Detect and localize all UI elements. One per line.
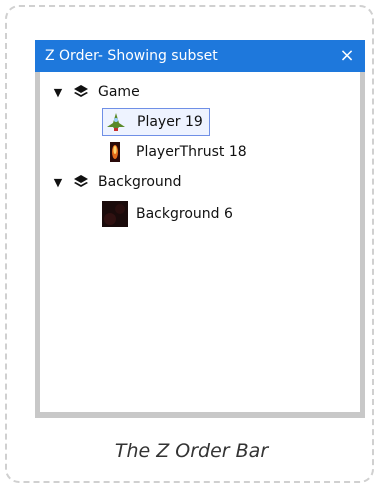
panel-titlebar[interactable]: Z Order- Showing subset × <box>35 40 365 72</box>
layer-label: Background <box>98 174 182 190</box>
expand-triangle-icon[interactable]: ▼ <box>50 86 66 99</box>
layers-icon <box>72 83 90 101</box>
tree-object-background[interactable]: Background 6 <box>102 200 233 228</box>
object-label: Player 19 <box>137 114 203 130</box>
figure-caption: The Z Order Bar <box>114 440 269 462</box>
background-thumbnail-icon <box>102 201 128 227</box>
z-order-tree: ▼ Game Player 19 PlayerThrust 18 ▼ Backg… <box>40 72 360 412</box>
tree-layer-game[interactable]: ▼ Game <box>50 78 140 106</box>
z-order-panel: Z Order- Showing subset × ▼ Game Player … <box>35 40 365 418</box>
tree-layer-background[interactable]: ▼ Background <box>50 168 182 196</box>
panel-title: Z Order- Showing subset <box>45 48 218 64</box>
expand-triangle-icon[interactable]: ▼ <box>50 176 66 189</box>
player-ship-thumbnail-icon <box>103 109 129 135</box>
thrust-flame-thumbnail-icon <box>102 139 128 165</box>
object-label: Background 6 <box>136 206 233 222</box>
tree-object-player[interactable]: Player 19 <box>102 108 210 136</box>
close-icon[interactable]: × <box>337 40 357 72</box>
tree-object-playerthrust[interactable]: PlayerThrust 18 <box>102 138 247 166</box>
layers-icon <box>72 173 90 191</box>
object-label: PlayerThrust 18 <box>136 144 247 160</box>
layer-label: Game <box>98 84 140 100</box>
